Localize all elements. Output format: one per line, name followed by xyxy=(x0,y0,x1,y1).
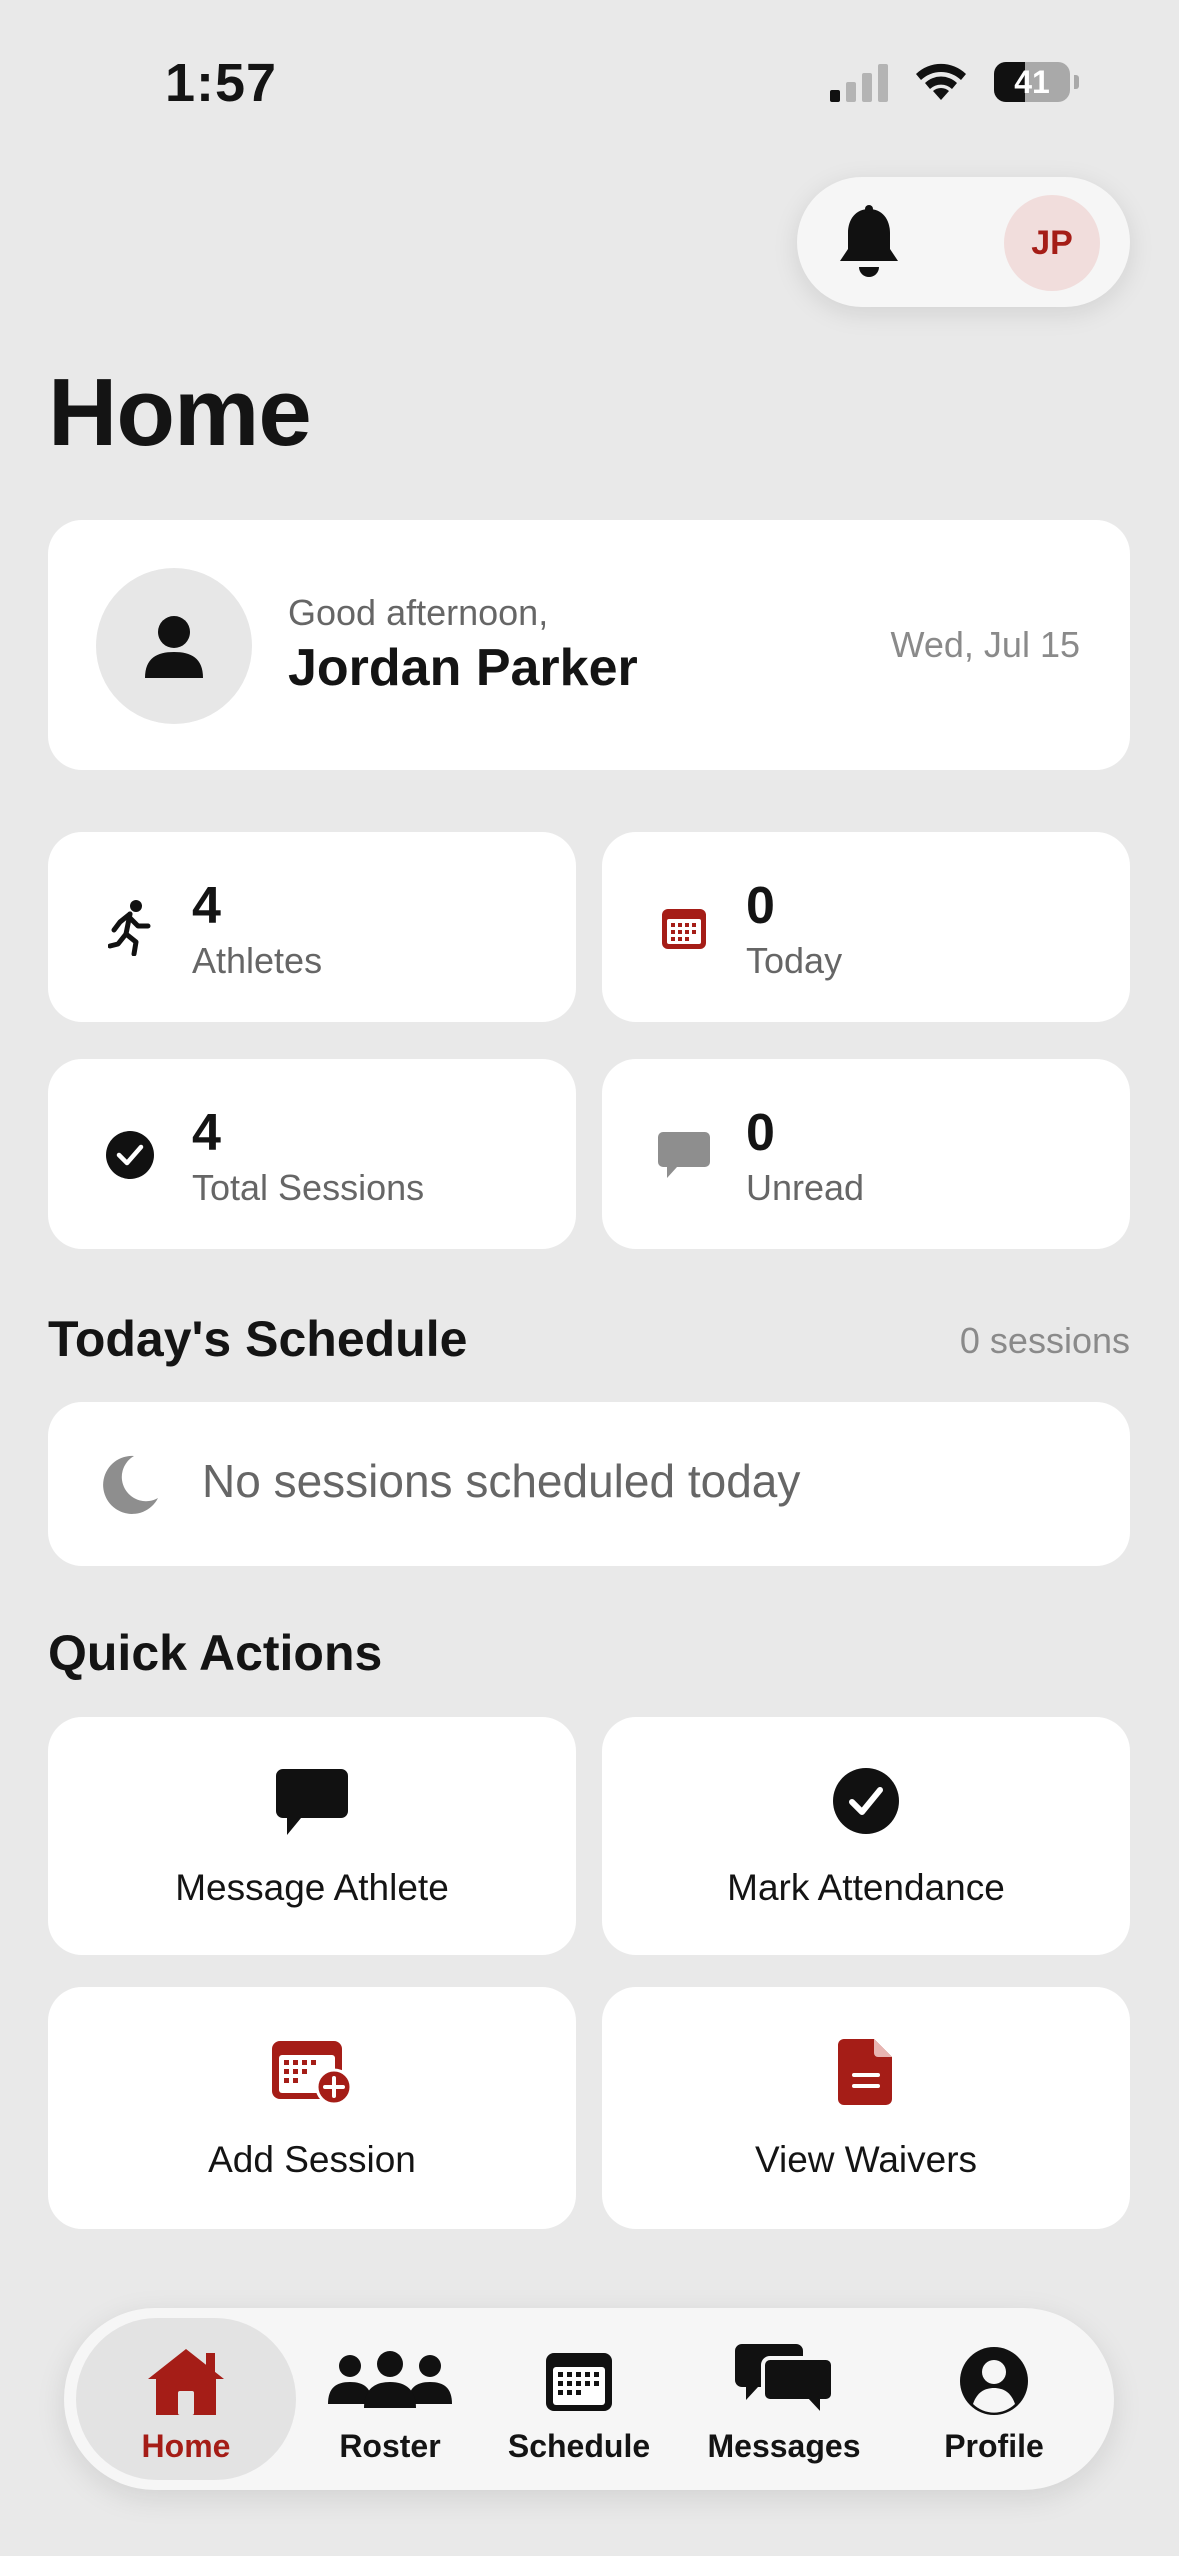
cellular-signal-icon xyxy=(830,62,888,102)
tab-label: Schedule xyxy=(507,2428,651,2464)
stat-card-unread[interactable]: 0 Unread xyxy=(602,1059,1130,1249)
checkmark-circle-icon xyxy=(602,1767,1130,1835)
tab-bar: Home Roster Schedule Messages Profile xyxy=(64,2308,1114,2490)
schedule-session-count: 0 sessions xyxy=(959,1320,1130,1361)
tab-label: Roster xyxy=(339,2428,441,2464)
quick-action-label: View Waivers xyxy=(754,2139,978,2180)
tab-label: Profile xyxy=(944,2428,1044,2464)
moon-icon xyxy=(98,1454,160,1516)
profile-icon xyxy=(959,2344,1029,2418)
tab-home[interactable]: Home xyxy=(76,2318,296,2480)
current-date: Wed, Jul 15 xyxy=(890,624,1080,665)
user-name: Jordan Parker xyxy=(288,639,638,697)
calendar-icon xyxy=(654,898,714,958)
stat-label: Athletes xyxy=(192,940,323,981)
quick-action-label: Message Athlete xyxy=(175,1867,449,1908)
stat-card-total-sessions[interactable]: 4 Total Sessions xyxy=(48,1059,576,1249)
view-waivers-button[interactable]: View Waivers xyxy=(602,1987,1130,2229)
quick-action-label: Mark Attendance xyxy=(727,1867,1005,1908)
tab-label: Home xyxy=(141,2428,231,2464)
header-actions: JP xyxy=(797,177,1130,307)
status-icons: 41 xyxy=(830,62,1079,102)
calendar-icon xyxy=(544,2344,614,2418)
messages-icon xyxy=(734,2344,834,2420)
stat-value: 0 xyxy=(746,877,775,935)
wifi-icon xyxy=(914,62,968,102)
checkmark-circle-icon xyxy=(100,1125,160,1185)
message-athlete-button[interactable]: Message Athlete xyxy=(48,1717,576,1955)
stat-card-athletes[interactable]: 4 Athletes xyxy=(48,832,576,1022)
page-title: Home xyxy=(48,359,312,466)
tab-roster[interactable]: Roster xyxy=(316,2318,464,2480)
stat-value: 4 xyxy=(192,1104,221,1162)
mark-attendance-button[interactable]: Mark Attendance xyxy=(602,1717,1130,1955)
stat-value: 4 xyxy=(192,877,221,935)
avatar xyxy=(96,568,252,724)
battery-tip xyxy=(1074,75,1079,89)
empty-state-text: No sessions scheduled today xyxy=(202,1455,801,1507)
quick-actions-title: Quick Actions xyxy=(48,1625,383,1681)
chat-bubble-icon xyxy=(654,1125,714,1185)
tab-messages[interactable]: Messages xyxy=(704,2318,864,2480)
greeting-card: Good afternoon, Jordan Parker Wed, Jul 1… xyxy=(48,520,1130,770)
schedule-section-title: Today's Schedule xyxy=(48,1311,468,1367)
stat-value: 0 xyxy=(746,1104,775,1162)
stat-label: Total Sessions xyxy=(192,1167,425,1208)
battery-icon: 41 xyxy=(994,62,1070,102)
document-icon xyxy=(602,2037,1130,2107)
stat-label: Unread xyxy=(746,1167,865,1208)
status-time: 1:57 xyxy=(165,53,278,113)
battery-percentage: 41 xyxy=(1014,63,1050,100)
home-icon xyxy=(144,2344,228,2418)
schedule-empty-state: No sessions scheduled today xyxy=(48,1402,1130,1566)
tab-profile[interactable]: Profile xyxy=(924,2318,1064,2480)
stat-label: Today xyxy=(746,940,843,981)
notification-bell-icon[interactable] xyxy=(835,205,903,281)
runner-icon xyxy=(100,898,160,958)
person-icon xyxy=(143,614,205,678)
stat-card-today[interactable]: 0 Today xyxy=(602,832,1130,1022)
tab-schedule[interactable]: Schedule xyxy=(504,2318,654,2480)
greeting-salutation: Good afternoon, xyxy=(288,592,549,633)
chat-bubble-icon xyxy=(48,1767,576,1839)
tab-label: Messages xyxy=(707,2428,861,2464)
quick-action-label: Add Session xyxy=(208,2139,416,2180)
calendar-add-icon xyxy=(48,2037,576,2105)
add-session-button[interactable]: Add Session xyxy=(48,1987,576,2229)
user-avatar-button[interactable]: JP xyxy=(1004,195,1100,291)
people-icon xyxy=(326,2344,454,2418)
